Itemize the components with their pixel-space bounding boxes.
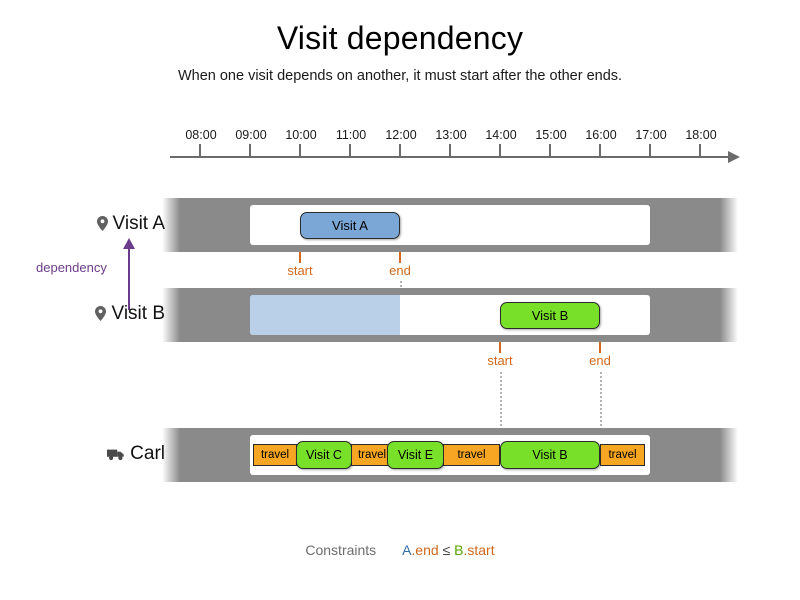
axis-arrow-icon: [728, 151, 740, 163]
row-label-text: Visit B: [111, 303, 165, 324]
axis-tick: [249, 144, 251, 156]
marker-label-b-end: end: [589, 353, 611, 368]
map-pin-icon: [95, 305, 107, 327]
dependency-label: dependency: [36, 260, 107, 275]
marker-tick-a-end: [399, 252, 402, 263]
row-label-text: Carl: [130, 443, 165, 464]
axis-tick: [699, 144, 701, 156]
segment-label: travel: [608, 449, 637, 461]
segment-label: travel: [357, 449, 387, 461]
dependency-arrow-head-icon: [123, 238, 135, 249]
axis-tick: [599, 144, 601, 156]
marker-label-b-start: start: [487, 353, 513, 368]
visit-box-label: Visit A: [332, 218, 368, 233]
row-label-text: Visit A: [112, 213, 165, 234]
truck-icon: [107, 445, 125, 467]
visit-segment-visit-c[interactable]: Visit C: [296, 441, 352, 469]
visit-box-label: Visit B: [531, 308, 569, 323]
blocked-region-visit-b: [250, 295, 400, 335]
axis-tick: [399, 144, 401, 156]
axis-tick-label: 18:00: [685, 128, 717, 142]
travel-segment[interactable]: travel: [600, 444, 645, 466]
constraints-title: Constraints: [305, 542, 377, 558]
segment-label: Visit E: [397, 448, 434, 462]
constraint-operator: ≤: [442, 542, 451, 558]
segment-label: travel: [457, 449, 486, 461]
visit-segment-visit-e[interactable]: Visit E: [387, 441, 444, 469]
row-label-carl: Carl: [0, 443, 165, 467]
diagram-canvas: Visit dependency When one visit depends …: [0, 0, 800, 600]
marker-label-a-start: start: [287, 263, 313, 278]
constraints-footer: Constraints A.end ≤ B.start: [0, 542, 800, 558]
segment-label: travel: [260, 449, 290, 461]
axis-tick: [349, 144, 351, 156]
page-title: Visit dependency: [276, 20, 524, 56]
segment-label: Visit C: [306, 448, 342, 462]
axis-tick: [549, 144, 551, 156]
travel-segment[interactable]: travel: [443, 444, 500, 466]
axis-tick: [449, 144, 451, 156]
marker-tick-b-end: [599, 342, 602, 353]
time-axis: 08:00 09:00 10:00 11:00 12:00 13:00 14:00 15:00…: [170, 128, 742, 168]
segment-label: Visit B: [532, 448, 568, 462]
axis-tick: [199, 144, 201, 156]
marker-tick-b-start: [499, 342, 502, 353]
visit-segment-visit-b[interactable]: Visit B: [500, 441, 600, 469]
dependency-arrow-shaft: [128, 248, 131, 310]
constraint-b-prop: .start: [463, 542, 495, 558]
visit-box-visit-a[interactable]: Visit A: [300, 212, 400, 239]
row-label-visit-b: Visit B: [0, 303, 165, 327]
marker-tick-a-start: [299, 252, 302, 263]
row-label-visit-a: Visit A: [0, 213, 165, 237]
visit-box-visit-b[interactable]: Visit B: [500, 302, 600, 329]
marker-label-a-end: end: [389, 263, 411, 278]
axis-tick: [299, 144, 301, 156]
axis-line: [170, 156, 730, 158]
travel-segment[interactable]: travel: [253, 444, 297, 466]
axis-tick: [649, 144, 651, 156]
page-subtitle: When one visit depends on another, it mu…: [177, 68, 623, 84]
constraint-a-prop: .end: [411, 542, 439, 558]
map-pin-icon: [96, 215, 108, 237]
axis-tick: [499, 144, 501, 156]
